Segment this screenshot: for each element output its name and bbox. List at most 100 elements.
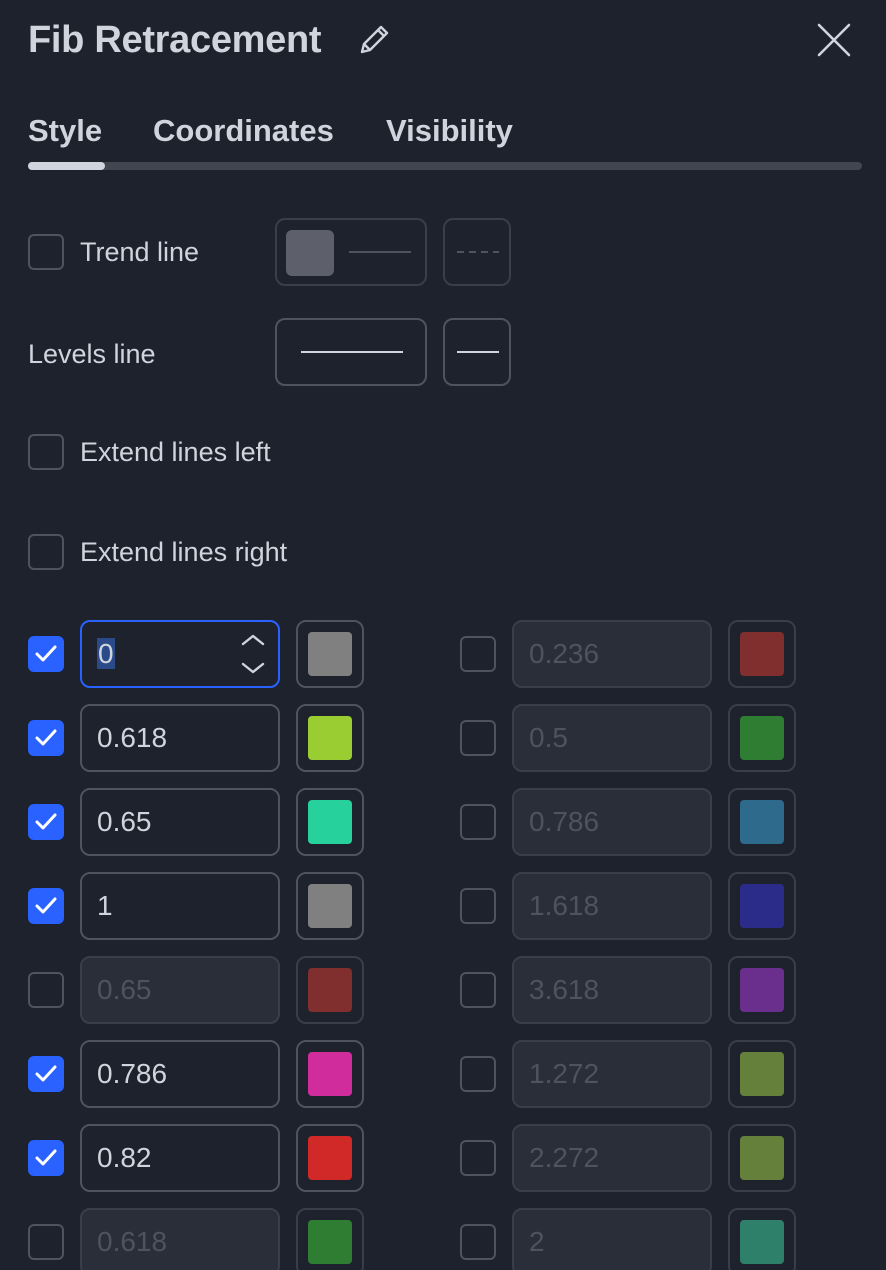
trend-line-checkbox[interactable] [28, 234, 64, 270]
color-swatch [308, 632, 352, 676]
color-swatch [740, 716, 784, 760]
level-right-checkbox[interactable] [460, 972, 496, 1008]
level-left-value-input[interactable]: 0.65 [80, 956, 280, 1024]
level-right-value-input[interactable]: 0.236 [512, 620, 712, 688]
tab-style[interactable]: Style [28, 110, 102, 152]
level-left-value-input[interactable]: 0.65 [80, 788, 280, 856]
trend-line-label: Trend line [80, 237, 200, 267]
extend-left-label: Extend lines left [80, 437, 271, 467]
level-left-checkbox[interactable] [28, 804, 64, 840]
color-swatch [740, 1220, 784, 1264]
trend-line-style-button[interactable] [275, 218, 427, 286]
color-swatch [308, 1052, 352, 1096]
levels-line-width-button[interactable] [275, 318, 427, 386]
level-left-color-button[interactable] [296, 872, 364, 940]
level-left-value-input[interactable]: 0 [80, 620, 280, 688]
level-right-color-button[interactable] [728, 788, 796, 856]
level-left-value-input[interactable]: 0.786 [80, 1040, 280, 1108]
solid-line-icon [301, 351, 403, 353]
level-left-checkbox[interactable] [28, 972, 64, 1008]
color-swatch [308, 1136, 352, 1180]
level-right-value-input[interactable]: 1.272 [512, 1040, 712, 1108]
level-value: 0.618 [97, 1226, 168, 1257]
level-right-checkbox[interactable] [460, 636, 496, 672]
extend-right-checkbox[interactable] [28, 534, 64, 570]
level-right-value-input[interactable]: 2 [512, 1208, 712, 1270]
level-left-color-button[interactable] [296, 620, 364, 688]
level-value: 0.786 [97, 1058, 168, 1089]
level-right-color-button[interactable] [728, 1040, 796, 1108]
check-icon [35, 645, 57, 662]
level-right-checkbox[interactable] [460, 720, 496, 756]
color-swatch [740, 968, 784, 1012]
level-value: 2 [529, 1226, 545, 1257]
tab-visibility[interactable]: Visibility [386, 110, 513, 152]
level-value: 1.272 [529, 1058, 600, 1089]
color-swatch [740, 800, 784, 844]
levels-line-style-button[interactable] [443, 318, 511, 386]
levels-line-label: Levels line [28, 339, 156, 369]
pencil-icon[interactable] [356, 22, 392, 58]
tab-coordinates[interactable]: Coordinates [153, 110, 334, 152]
level-value: 0.5 [529, 722, 568, 753]
check-icon [35, 1149, 57, 1166]
level-left-value-input[interactable]: 0.618 [80, 1208, 280, 1270]
level-left-color-button[interactable] [296, 956, 364, 1024]
color-swatch [740, 884, 784, 928]
tab-bar: Style Coordinates Visibility [28, 110, 862, 170]
dashed-line-icon [457, 251, 499, 253]
level-right-value-input[interactable]: 0.5 [512, 704, 712, 772]
level-right-checkbox[interactable] [460, 1140, 496, 1176]
level-right-value-input[interactable]: 2.272 [512, 1124, 712, 1192]
level-left-color-button[interactable] [296, 1040, 364, 1108]
level-right-color-button[interactable] [728, 872, 796, 940]
tab-active-indicator [28, 162, 105, 170]
level-left-value-input[interactable]: 0.82 [80, 1124, 280, 1192]
solid-line-icon [457, 351, 499, 353]
trend-line-dash-button[interactable] [443, 218, 511, 286]
level-value: 3.618 [529, 974, 600, 1005]
level-left-value-input[interactable]: 1 [80, 872, 280, 940]
level-right-checkbox[interactable] [460, 804, 496, 840]
level-left-color-button[interactable] [296, 1208, 364, 1270]
close-icon[interactable] [814, 20, 854, 60]
extend-left-checkbox[interactable] [28, 434, 64, 470]
level-right-value-input[interactable]: 0.786 [512, 788, 712, 856]
level-left-checkbox[interactable] [28, 636, 64, 672]
level-right-checkbox[interactable] [460, 1056, 496, 1092]
level-right-checkbox[interactable] [460, 1224, 496, 1260]
level-left-color-button[interactable] [296, 788, 364, 856]
extend-right-label: Extend lines right [80, 537, 288, 567]
level-value: 0.65 [97, 974, 152, 1005]
level-right-color-button[interactable] [728, 956, 796, 1024]
color-swatch [308, 968, 352, 1012]
level-right-checkbox[interactable] [460, 888, 496, 924]
level-right-color-button[interactable] [728, 1124, 796, 1192]
level-left-checkbox[interactable] [28, 1056, 64, 1092]
color-swatch [308, 884, 352, 928]
color-swatch [308, 800, 352, 844]
level-right-color-button[interactable] [728, 704, 796, 772]
level-right-color-button[interactable] [728, 620, 796, 688]
level-right-value-input[interactable]: 3.618 [512, 956, 712, 1024]
stepper-icon[interactable] [240, 632, 266, 676]
level-left-color-button[interactable] [296, 1124, 364, 1192]
level-left-color-button[interactable] [296, 704, 364, 772]
level-left-checkbox[interactable] [28, 1140, 64, 1176]
dialog-header: Fib Retracement [28, 18, 858, 62]
level-value: 0.65 [97, 806, 152, 837]
level-value: 0.82 [97, 1142, 152, 1173]
check-icon [35, 813, 57, 830]
level-left-checkbox[interactable] [28, 888, 64, 924]
level-right-value-input[interactable]: 1.618 [512, 872, 712, 940]
level-value: 0.786 [529, 806, 600, 837]
level-right-color-button[interactable] [728, 1208, 796, 1270]
level-left-checkbox[interactable] [28, 720, 64, 756]
level-value: 0 [97, 638, 115, 669]
level-left-checkbox[interactable] [28, 1224, 64, 1260]
color-swatch [740, 632, 784, 676]
level-value: 1 [97, 890, 113, 921]
level-left-value-input[interactable]: 0.618 [80, 704, 280, 772]
dialog-title: Fib Retracement [28, 19, 322, 61]
solid-line-icon [349, 251, 411, 253]
